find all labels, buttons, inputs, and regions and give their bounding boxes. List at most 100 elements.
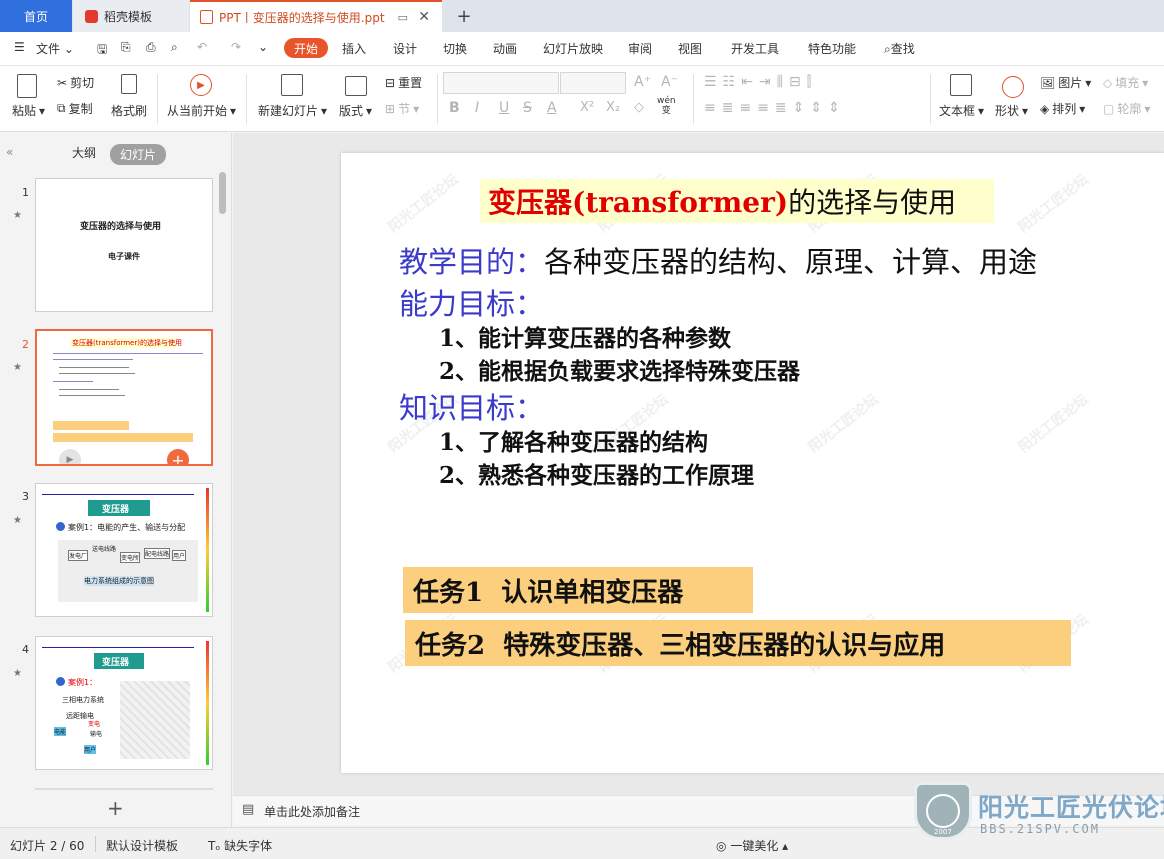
- menu-transition[interactable]: 切换: [443, 40, 467, 57]
- quick-access-dropdown-icon[interactable]: ⌄: [258, 40, 268, 54]
- alignment-icons[interactable]: ≡≣≡≡≣⇕⇕⇕: [704, 100, 846, 116]
- tab-home-label: 首页: [23, 9, 48, 24]
- font-grow-icon[interactable]: A⁺: [634, 74, 651, 90]
- bullet-list-icons[interactable]: ☰☷⇤⇥⫼⊟⫿: [704, 74, 817, 90]
- slide-title[interactable]: 变压器(transformer) 的选择与使用: [480, 179, 994, 223]
- template-name[interactable]: 默认设计模板: [106, 837, 178, 854]
- tab-outline[interactable]: 大纲: [72, 144, 96, 161]
- superscript-icon[interactable]: X²: [580, 100, 594, 115]
- scissors-icon: ✂: [57, 75, 68, 90]
- outline-button[interactable]: ▢ 轮廓 ▾: [1103, 100, 1150, 117]
- textbox-button[interactable]: 文本框 ▾: [939, 102, 984, 119]
- clear-format-icon[interactable]: ◇: [634, 100, 644, 115]
- watermark-text: 阳光工匠论坛: [805, 391, 882, 456]
- knowledge-item-1: 1、了解各种变压器的结构: [439, 429, 709, 456]
- task-2-box[interactable]: 任务2 特殊变压器、三相变压器的认识与应用: [405, 620, 1071, 666]
- menu-design[interactable]: 设计: [393, 40, 417, 57]
- tab-home[interactable]: 首页: [0, 0, 72, 32]
- menu-view[interactable]: 视图: [678, 40, 702, 57]
- fill-icon: ◇: [1103, 75, 1113, 90]
- subscript-icon[interactable]: X₂: [606, 100, 620, 115]
- slide-title-red: 变压器(transformer): [488, 186, 789, 219]
- tab-document-label: PPT丨变压器的选择与使用.ppt: [219, 10, 385, 25]
- panel-scrollbar[interactable]: [219, 172, 226, 214]
- tab-document[interactable]: PPT丨变压器的选择与使用.ppt ▭ ✕: [190, 0, 442, 32]
- new-tab-button[interactable]: +: [452, 0, 476, 32]
- thumb-subtitle: 电子课件: [108, 252, 140, 261]
- menu-file[interactable]: 文件 ⌄: [36, 40, 74, 57]
- save-icon[interactable]: 🖫: [97, 40, 107, 61]
- font-size-select[interactable]: [560, 72, 626, 94]
- export-icon[interactable]: ⎘: [121, 40, 131, 55]
- beautify-button[interactable]: ◎ 一键美化 ▴: [716, 837, 788, 854]
- paste-button[interactable]: 粘贴 ▾: [12, 102, 45, 119]
- slide-thumbnail-4[interactable]: 变压器 案例1： 三相电力系统 远距输电 电能 变电 输电 用户: [35, 636, 213, 770]
- tab-daoke[interactable]: 稻壳模板: [73, 0, 189, 32]
- ability-item-1: 1、能计算变压器的各种参数: [439, 325, 732, 352]
- thumb-line: [59, 367, 129, 369]
- font-shrink-icon[interactable]: A⁻: [661, 74, 678, 90]
- teaching-text: 各种变压器的结构、原理、计算、用途: [544, 245, 1038, 279]
- slide-canvas[interactable]: 阳光工匠论坛 阳光工匠论坛 阳光工匠论坛 阳光工匠论坛 阳光工匠论坛 阳光工匠论…: [341, 153, 1164, 773]
- menu-developer[interactable]: 开发工具: [731, 40, 779, 57]
- play-slide-icon[interactable]: ▶: [59, 449, 81, 464]
- underline-button[interactable]: U: [499, 100, 509, 116]
- menu-animation[interactable]: 动画: [493, 40, 517, 57]
- task-1-box[interactable]: 任务1 认识单相变压器: [403, 567, 753, 613]
- menu-slideshow[interactable]: 幻灯片放映: [543, 40, 603, 57]
- bullet-icon: [56, 522, 65, 531]
- shape-icon[interactable]: [1002, 76, 1024, 98]
- menu-review[interactable]: 审阅: [628, 40, 652, 57]
- slide-thumbnail-1[interactable]: 变压器的选择与使用 电子课件: [35, 178, 213, 312]
- paste-icon[interactable]: [17, 74, 37, 98]
- format-brush-icon[interactable]: [121, 74, 137, 94]
- outline-icon: ▢: [1103, 101, 1115, 116]
- window-icon[interactable]: ▭: [398, 11, 408, 24]
- layout-button[interactable]: 版式 ▾: [339, 102, 372, 119]
- fill-button[interactable]: ◇ 填充 ▾: [1103, 74, 1148, 91]
- ribbon: 粘贴 ▾ ✂ 剪切 ⧉ 复制 格式刷 ▶ 从当前开始 ▾ 新建幻灯片 ▾ 版式 ▾ ⊟ 重置 …: [0, 66, 1164, 132]
- from-current-button[interactable]: 从当前开始 ▾: [167, 102, 236, 119]
- star-icon: ★: [13, 362, 22, 373]
- reset-button[interactable]: ⊟ 重置: [385, 74, 422, 91]
- play-icon[interactable]: ▶: [190, 74, 212, 96]
- font-color-button[interactable]: A: [547, 100, 557, 116]
- strikethrough-button[interactable]: S: [523, 100, 532, 116]
- new-slide-icon[interactable]: [281, 74, 303, 96]
- print-icon[interactable]: ⎙: [146, 40, 156, 55]
- preview-icon[interactable]: ⌕: [171, 40, 178, 55]
- slide-thumbnail-2[interactable]: 变压器(transformer)的选择与使用 ▶ +: [35, 329, 213, 466]
- layout-icon[interactable]: [345, 76, 367, 96]
- add-slide-icon[interactable]: +: [167, 449, 189, 464]
- cut-button[interactable]: ✂ 剪切: [57, 74, 94, 91]
- format-brush-button[interactable]: 格式刷: [111, 102, 147, 119]
- shape-button[interactable]: 形状 ▾: [995, 102, 1028, 119]
- copy-button[interactable]: ⧉ 复制: [57, 100, 93, 117]
- menu-features[interactable]: 特色功能: [808, 40, 856, 57]
- menu-insert[interactable]: 插入: [342, 40, 366, 57]
- new-slide-button[interactable]: 新建幻灯片 ▾: [258, 102, 327, 119]
- thumb-case: 案例1：: [68, 678, 98, 687]
- collapse-panel-icon[interactable]: «: [6, 145, 13, 159]
- bold-button[interactable]: B: [449, 100, 460, 116]
- hamburger-icon[interactable]: ☰: [14, 40, 25, 54]
- teaching-objective[interactable]: 教学目的：各种变压器的结构、原理、计算、用途: [399, 239, 1037, 281]
- divider: [930, 74, 931, 124]
- undo-icon[interactable]: ↶: [197, 40, 207, 54]
- tab-slides[interactable]: 幻灯片: [110, 144, 167, 165]
- font-name-select[interactable]: [443, 72, 559, 94]
- picture-button[interactable]: 🖼 图片 ▾: [1040, 74, 1091, 91]
- section-button[interactable]: ⊞ 节 ▾: [385, 100, 419, 117]
- redo-icon[interactable]: ↷: [231, 40, 241, 54]
- italic-button[interactable]: I: [475, 100, 479, 116]
- arrange-button[interactable]: ◈ 排列 ▾: [1040, 100, 1085, 117]
- missing-font-button[interactable]: Tₒ 缺失字体: [208, 837, 272, 854]
- textbox-icon[interactable]: [950, 74, 972, 96]
- menu-start[interactable]: 开始: [284, 38, 328, 58]
- close-icon[interactable]: ✕: [418, 9, 430, 25]
- phonetic-button[interactable]: wén 变: [657, 96, 676, 116]
- menu-search[interactable]: ⌕查找: [884, 40, 915, 57]
- slide-thumbnail-3[interactable]: 变压器 案例1：电能的产生、输送与分配 发电厂 送电线路 变电所 配电线路 用户…: [35, 483, 213, 617]
- add-slide-button[interactable]: +: [107, 796, 124, 820]
- thumb-label: 送电线路: [92, 546, 117, 553]
